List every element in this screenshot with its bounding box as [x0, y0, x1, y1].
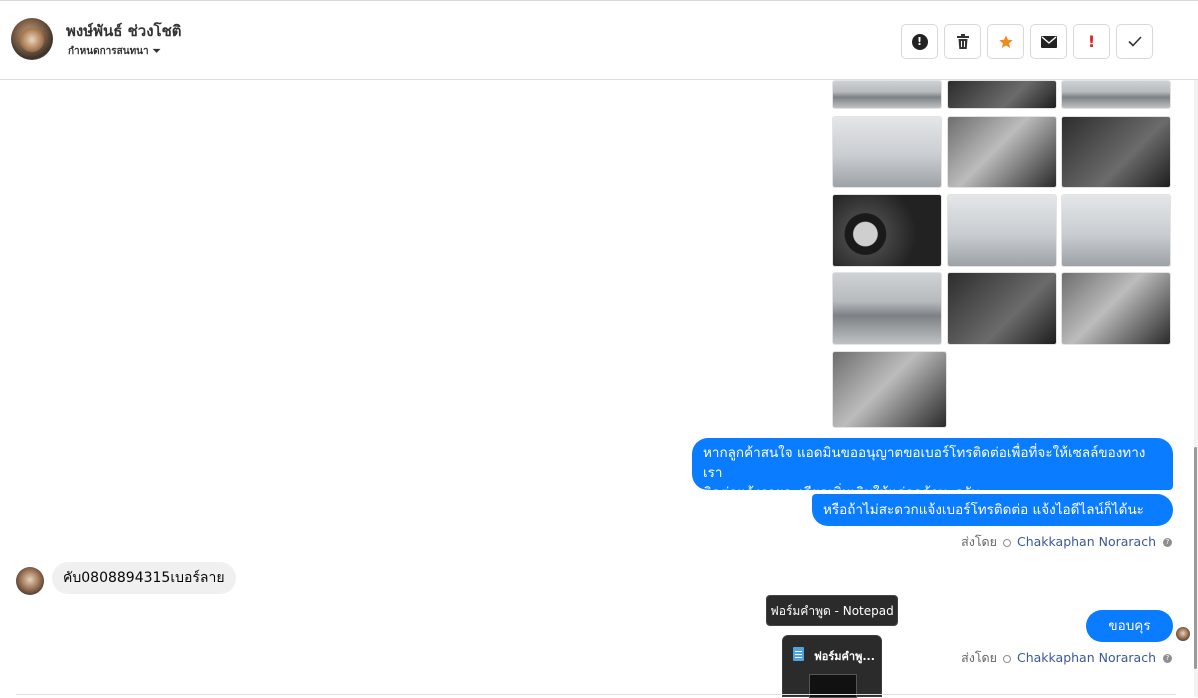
help-icon[interactable]: ? — [1163, 538, 1172, 547]
report-spam-button[interactable]: ! — [901, 24, 938, 59]
attachment-image[interactable] — [947, 80, 1057, 109]
attachment-image[interactable] — [1061, 194, 1171, 267]
help-icon[interactable]: ? — [1163, 654, 1172, 663]
delete-button[interactable] — [944, 24, 981, 59]
preview-title: ฟอร์มคำพู... — [814, 650, 875, 663]
attachment-image[interactable] — [832, 194, 942, 267]
check-icon — [1127, 36, 1142, 47]
header-actions: ! ! — [901, 24, 1153, 59]
seen-avatar — [1176, 627, 1190, 641]
incoming-message[interactable]: คับ0808894315เบอร์ลาย — [52, 562, 236, 594]
scrollbar-thumb[interactable] — [1194, 447, 1197, 669]
composer-divider — [16, 694, 1176, 695]
contact-avatar-small[interactable] — [16, 567, 44, 595]
contact-name[interactable]: พงษ์พันธ์ ช่วงโชติ — [66, 19, 182, 43]
agent-name-link[interactable]: Chakkaphan Norarach — [1017, 534, 1156, 549]
contact-avatar[interactable] — [11, 18, 53, 60]
conversation-header: พงษ์พันธ์ ช่วงโชติ กำหนดการสนทนา ⏷ ! ! — [0, 0, 1198, 80]
done-button[interactable] — [1116, 24, 1153, 59]
outgoing-message[interactable]: หรือถ้าไม่สะดวกแจ้งเบอร์โทรติดต่อ แจ้งไอ… — [812, 494, 1173, 542]
attachment-image[interactable] — [1061, 116, 1171, 188]
attachment-image[interactable] — [832, 351, 947, 428]
attachment-image[interactable] — [832, 80, 942, 109]
status-label: กำหนดการสนทนา — [68, 46, 149, 57]
attachment-image[interactable] — [947, 116, 1057, 188]
attachment-image[interactable] — [947, 272, 1057, 345]
sent-by-label: ส่งโดย Chakkaphan Norarach ? — [961, 648, 1172, 668]
attachment-image[interactable] — [832, 116, 942, 188]
important-button[interactable]: ! — [1073, 24, 1110, 59]
exclamation-circle-icon: ! — [911, 33, 928, 50]
message-line: หากลูกค้าสนใจ แอดมินขออนุญาตขอเบอร์โทรติ… — [703, 445, 1146, 481]
conversation-status-dropdown[interactable]: กำหนดการสนทนา ⏷ — [68, 44, 161, 59]
agent-name-link[interactable]: Chakkaphan Norarach — [1017, 650, 1156, 665]
attachment-image[interactable] — [832, 272, 942, 345]
outgoing-message[interactable]: หากลูกค้าสนใจ แอดมินขออนุญาตขอเบอร์โทรติ… — [692, 438, 1173, 501]
attachment-image[interactable] — [1061, 272, 1171, 345]
attachment-image[interactable] — [1061, 80, 1171, 109]
notepad-taskbar-preview[interactable]: ฟอร์มคำพู... — [782, 635, 882, 698]
verified-icon — [1002, 654, 1011, 663]
image-attachment-grid — [832, 80, 1172, 428]
attachment-image[interactable] — [947, 194, 1057, 267]
chevron-down-icon: ⏷ — [152, 46, 161, 57]
notepad-icon — [793, 647, 804, 661]
trash-icon — [956, 34, 969, 49]
envelope-icon — [1040, 35, 1057, 48]
star-button[interactable] — [987, 24, 1024, 59]
star-icon — [998, 34, 1013, 48]
sent-by-label: ส่งโดย Chakkaphan Norarach ? — [961, 532, 1172, 552]
verified-icon — [1002, 538, 1011, 547]
taskbar-tooltip: ฟอร์มคำพูด - Notepad — [766, 595, 898, 626]
outgoing-message[interactable]: ขอบคุรครับ — [1086, 610, 1173, 658]
mark-unread-button[interactable] — [1030, 24, 1067, 59]
exclamation-icon: ! — [1087, 32, 1096, 51]
